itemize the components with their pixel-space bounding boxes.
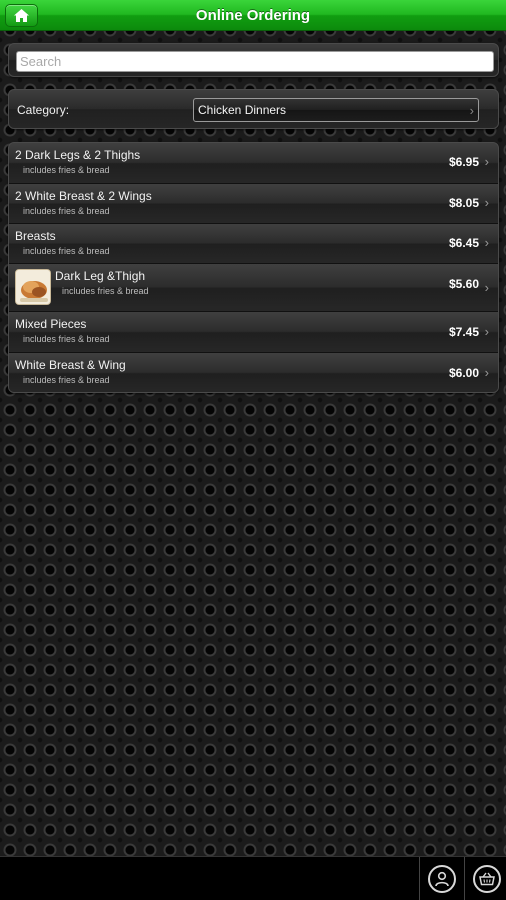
category-label: Category:: [17, 103, 70, 117]
divider: [419, 857, 420, 900]
item-description: includes fries & bread: [23, 375, 110, 385]
item-description: includes fries & bread: [23, 334, 110, 344]
search-input[interactable]: [16, 51, 494, 72]
account-button[interactable]: [428, 865, 456, 893]
item-thumbnail: [15, 269, 51, 305]
list-item[interactable]: Dark Leg &Thigh includes fries & bread $…: [9, 264, 498, 312]
item-name: Dark Leg &Thigh: [55, 269, 146, 283]
item-name: Mixed Pieces: [15, 317, 87, 331]
item-price: $6.45: [448, 236, 479, 250]
basket-icon: [479, 872, 495, 886]
item-price: $7.45: [448, 325, 479, 339]
top-bar: Online Ordering: [0, 0, 506, 31]
item-description: includes fries & bread: [62, 286, 149, 296]
home-button[interactable]: [5, 4, 38, 27]
bottom-bar: [0, 856, 506, 900]
item-description: includes fries & bread: [23, 206, 110, 216]
cart-button[interactable]: [473, 865, 501, 893]
list-item[interactable]: Mixed Pieces includes fries & bread $7.4…: [9, 312, 498, 353]
chevron-right-icon: ›: [484, 365, 489, 380]
item-name: 2 White Breast & 2 Wings: [15, 189, 152, 203]
menu-item-list: 2 Dark Legs & 2 Thighs includes fries & …: [8, 142, 499, 393]
chevron-right-icon: ›: [484, 280, 489, 295]
chevron-right-icon: ›: [484, 195, 489, 210]
item-name: Breasts: [15, 229, 56, 243]
item-name: White Breast & Wing: [15, 358, 126, 372]
list-item[interactable]: White Breast & Wing includes fries & bre…: [9, 353, 498, 392]
chevron-right-icon: ›: [484, 324, 489, 339]
category-panel: Category: Chicken Dinners ›: [8, 89, 499, 129]
category-select[interactable]: Chicken Dinners ›: [193, 98, 479, 122]
item-price: $8.05: [448, 196, 479, 210]
list-item[interactable]: 2 Dark Legs & 2 Thighs includes fries & …: [9, 143, 498, 184]
item-price: $6.00: [448, 366, 479, 380]
list-item[interactable]: 2 White Breast & 2 Wings includes fries …: [9, 184, 498, 224]
divider: [464, 857, 465, 900]
category-selected-value: Chicken Dinners: [198, 103, 287, 117]
item-description: includes fries & bread: [23, 165, 110, 175]
chevron-right-icon: ›: [469, 103, 474, 118]
list-item[interactable]: Breasts includes fries & bread $6.45 ›: [9, 224, 498, 264]
home-icon: [14, 9, 29, 22]
item-name: 2 Dark Legs & 2 Thighs: [15, 148, 141, 162]
search-panel: [8, 43, 499, 77]
chevron-right-icon: ›: [484, 154, 489, 169]
chevron-right-icon: ›: [484, 235, 489, 250]
food-image-icon: [16, 270, 50, 304]
item-price: $5.60: [448, 277, 479, 291]
item-description: includes fries & bread: [23, 246, 110, 256]
item-price: $6.95: [448, 155, 479, 169]
user-icon: [435, 871, 449, 887]
page-title: Online Ordering: [195, 6, 311, 24]
